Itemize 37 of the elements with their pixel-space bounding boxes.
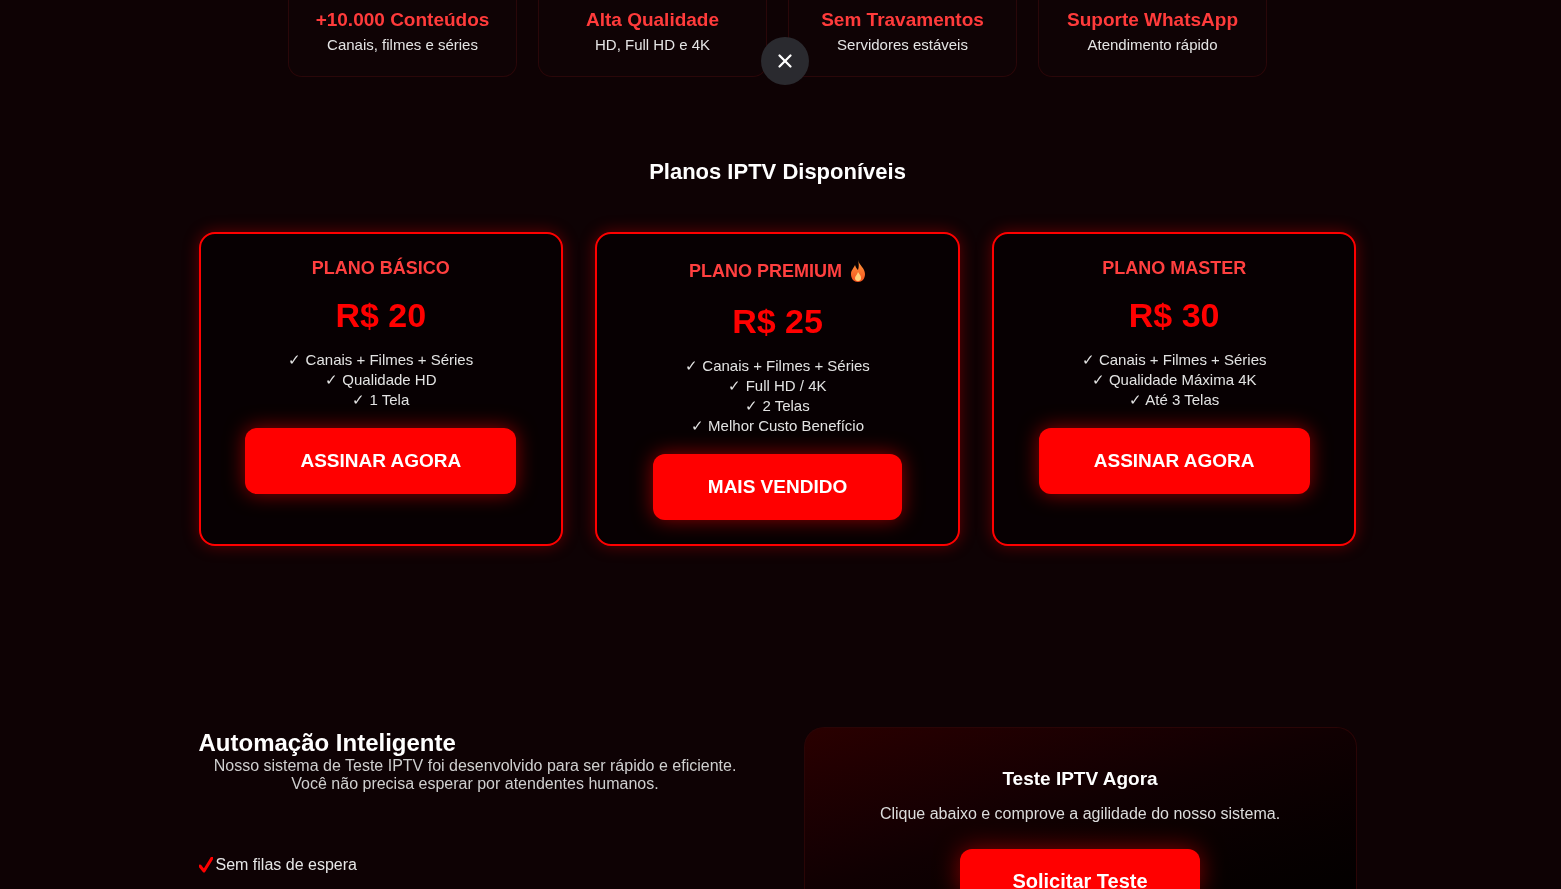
- check-icon: [198, 857, 213, 873]
- flame-icon: [850, 260, 866, 282]
- plan-button[interactable]: ASSINAR AGORA: [245, 428, 517, 494]
- plan-name: PLANO MASTER: [1102, 257, 1247, 279]
- trial-text: Clique abaixo e comprove a agilidade do nosso sistema.: [879, 805, 1281, 823]
- feature-title: Suporte WhatsApp: [1067, 8, 1238, 32]
- plan-feature: ✓ Qualidade Máxima 4K: [1091, 370, 1257, 390]
- plan-feature: ✓ Full HD / 4K: [728, 376, 827, 396]
- plan-feature: ✓ Até 3 Telas: [1129, 390, 1220, 410]
- plan-feature: ✓ Canais + Filmes + Séries: [1081, 350, 1267, 370]
- plan-name: PLANO PREMIUM: [689, 260, 842, 282]
- feature-title: Sem Travamentos: [821, 8, 984, 32]
- section-heading: Planos IPTV Disponíveis: [648, 158, 907, 186]
- plan-feature: ✓ Canais + Filmes + Séries: [288, 350, 474, 370]
- automation-description: Nosso sistema de Teste IPTV foi desenvolvido para ser rápido e eficiente. Você não precisa esperar por atendentes humanos.: [212, 757, 738, 793]
- feature-title: Alta Qualidade: [586, 8, 719, 32]
- plan-feature: ✓ 1 Tela: [352, 390, 410, 410]
- automation-heading: Automação Inteligente: [198, 729, 457, 757]
- feature-subtitle: Canais, filmes e séries: [327, 36, 478, 54]
- plan-price: R$ 30: [1128, 295, 1220, 335]
- trial-button[interactable]: Solicitar Teste: [960, 849, 1200, 889]
- close-button[interactable]: [761, 37, 809, 85]
- plan-price: R$ 25: [732, 301, 823, 341]
- feature-subtitle: Servidores estáveis: [837, 36, 968, 54]
- plan-button[interactable]: ASSINAR AGORA: [1038, 428, 1310, 494]
- plan-feature: ✓ Canais + Filmes + Séries: [685, 356, 870, 376]
- benefit-text: Sem filas de espera: [215, 855, 357, 875]
- plan-button[interactable]: MAIS VENDIDO: [652, 454, 903, 520]
- plan-feature: ✓ Qualidade HD: [325, 370, 437, 390]
- plan-name: PLANO BÁSICO: [311, 257, 450, 279]
- feature-subtitle: Atendimento rápido: [1087, 36, 1218, 54]
- plan-price: R$ 20: [335, 295, 427, 335]
- plan-feature: ✓ Melhor Custo Benefício: [690, 416, 865, 436]
- feature-title: +10.000 Conteúdos: [315, 8, 490, 32]
- feature-subtitle: HD, Full HD e 4K: [595, 36, 710, 54]
- trial-title: Teste IPTV Agora: [1002, 767, 1158, 791]
- plan-feature: ✓ 2 Telas: [745, 396, 810, 416]
